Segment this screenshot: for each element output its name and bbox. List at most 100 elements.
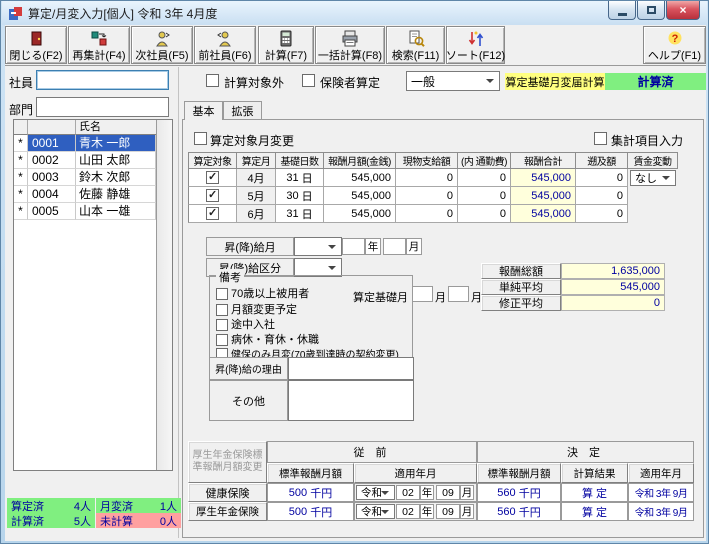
pay-row-inkind-cell[interactable]: 0 [396, 205, 458, 223]
wage-change-dropdown[interactable]: なし [630, 170, 676, 186]
health-month-unit: 月 [460, 485, 474, 500]
target-checkbox[interactable] [206, 207, 219, 220]
health-month-input[interactable]: 09 [436, 485, 460, 500]
col-header-monetary: 報酬月額(金銭) [324, 152, 396, 169]
target-month-change-label: 算定対象月変更 [210, 132, 294, 149]
other-label: その他 [209, 380, 288, 421]
decided-header: 決 定 [477, 441, 694, 463]
employee-row[interactable]: * 0002 山田 太郎 [14, 152, 156, 169]
pay-row-retro-cell[interactable]: 0 [576, 205, 628, 223]
health-new-amount: 560 千円 [477, 483, 561, 502]
pay-row-monetary-cell[interactable]: 545,000 [324, 169, 396, 187]
exclude-calculation-checkbox[interactable] [206, 74, 219, 87]
pay-row-monetary-cell[interactable]: 545,000 [324, 187, 396, 205]
client-area: 閉じる(F2) 再集計(F4) 次社員(F5) 前社員(F6) 計算(F7) 一… [5, 25, 706, 541]
employee-row[interactable]: * 0004 佐藤 静雄 [14, 186, 156, 203]
health-era-dropdown[interactable]: 令和 [356, 485, 395, 500]
pay-row-retro-cell[interactable]: 0 [576, 169, 628, 187]
target-checkbox[interactable] [206, 171, 219, 184]
pay-row-inkind-cell[interactable]: 0 [396, 187, 458, 205]
sort-button[interactable]: ソート(F12) [446, 26, 505, 64]
recalc-button[interactable]: 再集計(F4) [68, 26, 130, 64]
pay-row-days-cell[interactable]: 31 日 [276, 205, 324, 223]
titlebar: 算定/月変入力[個人] 令和 3年 4月度 [2, 1, 707, 25]
pay-row-days-cell[interactable]: 30 日 [276, 187, 324, 205]
close-form-button[interactable]: 閉じる(F2) [5, 26, 67, 64]
health-year-input[interactable]: 02 [396, 485, 420, 500]
base-month-unit-1: 月 [435, 289, 446, 305]
help-button[interactable]: ? ヘルプ(F1) [643, 26, 706, 64]
calc-status-badge[interactable]: 計算済 [605, 73, 706, 90]
base-month-input-1[interactable] [412, 286, 433, 302]
pay-row-commute-cell[interactable]: 0 [458, 187, 511, 205]
pension-month-input[interactable]: 09 [436, 504, 460, 519]
window-title: 算定/月変入力[個人] 令和 3年 4月度 [28, 5, 217, 22]
raise-reason-label: 昇(降)給の理由 [209, 357, 288, 380]
pay-row-total-cell: 545,000 [511, 169, 576, 187]
pay-row-total-cell: 545,000 [511, 205, 576, 223]
monthly-change-status-badge: 月変済1人 [96, 498, 181, 513]
pension-year-unit: 年 [420, 504, 434, 519]
raise-month-input[interactable] [383, 238, 406, 255]
prev-employee-button[interactable]: 前社員(F6) [194, 26, 256, 64]
col-header-inkind: 現物支給額 [396, 152, 458, 169]
category-dropdown[interactable]: 一般 [406, 71, 500, 91]
mid-join-checkbox[interactable] [216, 319, 228, 331]
decided-std-monthly-header: 標準報酬月額 [477, 463, 561, 483]
raise-month-dropdown[interactable] [294, 237, 342, 256]
department-input[interactable] [36, 97, 169, 117]
pay-row-days-cell[interactable]: 31 日 [276, 169, 324, 187]
before-applied-ym-header: 適用年月 [354, 463, 477, 483]
employee-row[interactable]: * 0005 山本 一雄 [14, 203, 156, 220]
target-checkbox[interactable] [206, 189, 219, 202]
pay-row-commute-cell[interactable]: 0 [458, 205, 511, 223]
pay-row-retro-cell[interactable]: 0 [576, 187, 628, 205]
pay-row-target-cell [188, 169, 237, 187]
tab-basic[interactable]: 基本 [184, 101, 223, 120]
next-employee-button[interactable]: 次社員(F5) [131, 26, 193, 64]
employee-row[interactable]: * 0003 鈴木 次郎 [14, 169, 156, 186]
employee-code-input[interactable] [36, 70, 169, 90]
base-month-input-2[interactable] [448, 286, 469, 302]
search-icon [406, 29, 426, 49]
planned-change-checkbox[interactable] [216, 304, 228, 316]
close-button[interactable]: × [666, 1, 700, 20]
insurer-assessment-checkbox[interactable] [302, 74, 315, 87]
raise-year-input[interactable] [342, 238, 365, 255]
pay-row-monetary-cell[interactable]: 545,000 [324, 205, 396, 223]
pay-row-wagechange-cell: なし [628, 169, 678, 187]
aggregate-input-checkbox[interactable] [594, 132, 607, 145]
insurer-assessment-label: 保険者算定 [320, 74, 380, 91]
department-label: 部門 [9, 101, 33, 118]
raise-reason-input[interactable] [288, 357, 414, 380]
calc-type-label: 算定基礎月変届計算 [505, 73, 605, 90]
target-month-change-checkbox[interactable] [194, 132, 207, 145]
list-scrollbar[interactable] [156, 120, 172, 470]
pension-year-input[interactable]: 02 [396, 504, 420, 519]
pay-row-commute-cell[interactable]: 0 [458, 169, 511, 187]
list-header-name: 氏名 [76, 120, 158, 135]
minimize-button[interactable] [608, 1, 636, 20]
other-input[interactable] [288, 380, 414, 421]
over70-checkbox[interactable] [216, 288, 228, 300]
adjusted-average-label: 修正平均 [481, 295, 561, 311]
before-std-monthly-header: 標準報酬月額 [267, 463, 354, 483]
total-remuneration-value: 1,635,000 [561, 263, 665, 279]
search-button[interactable]: 検索(F11) [386, 26, 445, 64]
total-remuneration-label: 報酬総額 [481, 263, 561, 279]
base-month-label: 算定基礎月 [353, 289, 408, 305]
pay-row-inkind-cell[interactable]: 0 [396, 169, 458, 187]
pay-row-total-cell: 545,000 [511, 187, 576, 205]
pension-era-dropdown[interactable]: 令和 [356, 504, 395, 519]
col-header-month: 算定月 [237, 152, 276, 169]
employee-row[interactable]: * 0001 青木 一郎 [14, 135, 156, 152]
pension-std-change-button[interactable]: 厚生年金保険標準報酬月額変更 [188, 441, 267, 483]
maximize-button[interactable] [637, 1, 665, 20]
col-header-commute: (内 通勤費) [458, 152, 511, 169]
calculate-button[interactable]: 計算(F7) [258, 26, 314, 64]
pay-row-target-cell [188, 205, 237, 223]
sort-icon [466, 29, 486, 49]
leave-checkbox[interactable] [216, 334, 228, 346]
batch-calculate-button[interactable]: 一括計算(F8) [315, 26, 385, 64]
tab-extended[interactable]: 拡張 [223, 101, 262, 119]
